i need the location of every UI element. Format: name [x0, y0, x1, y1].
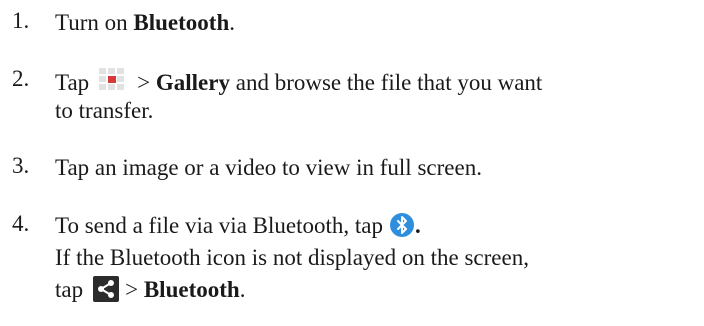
- step-number: 2.: [12, 66, 30, 91]
- step-text: >: [137, 70, 156, 95]
- step-4-line-1: To send a file via via Bluetooth, tap .: [55, 211, 421, 241]
- step-text: >: [125, 277, 144, 302]
- step-1-line: Turn on Bluetooth.: [55, 8, 235, 38]
- step-text: Turn on: [55, 10, 134, 35]
- step-number: 3.: [12, 153, 30, 178]
- period: .: [414, 213, 421, 238]
- gallery-label: Gallery: [155, 70, 230, 95]
- step-4-line-2: If the Bluetooth icon is not displayed o…: [55, 245, 529, 270]
- step-2-line-1: Tap > Gallery and browse the file that y…: [55, 66, 542, 98]
- step-text: tap: [55, 277, 84, 302]
- period: .: [239, 277, 246, 302]
- share-icon: [93, 276, 120, 302]
- bluetooth-label: Bluetooth: [133, 10, 230, 35]
- step-text: Tap: [55, 70, 90, 95]
- step-2-line-2: to transfer.: [55, 98, 154, 123]
- step-number: 4.: [12, 211, 30, 236]
- step-text: To send a file via via Bluetooth, tap: [55, 213, 383, 238]
- period: .: [229, 10, 235, 35]
- bluetooth-label: Bluetooth: [143, 277, 240, 302]
- step-text: and browse the file that you want: [229, 70, 543, 95]
- bluetooth-icon: [389, 213, 414, 237]
- apps-grid-icon: [99, 68, 125, 90]
- step-3-line: Tap an image or a video to view in full …: [55, 155, 482, 180]
- step-number: 1.: [12, 8, 30, 33]
- step-4-line-3: tap > Bluetooth.: [55, 275, 245, 305]
